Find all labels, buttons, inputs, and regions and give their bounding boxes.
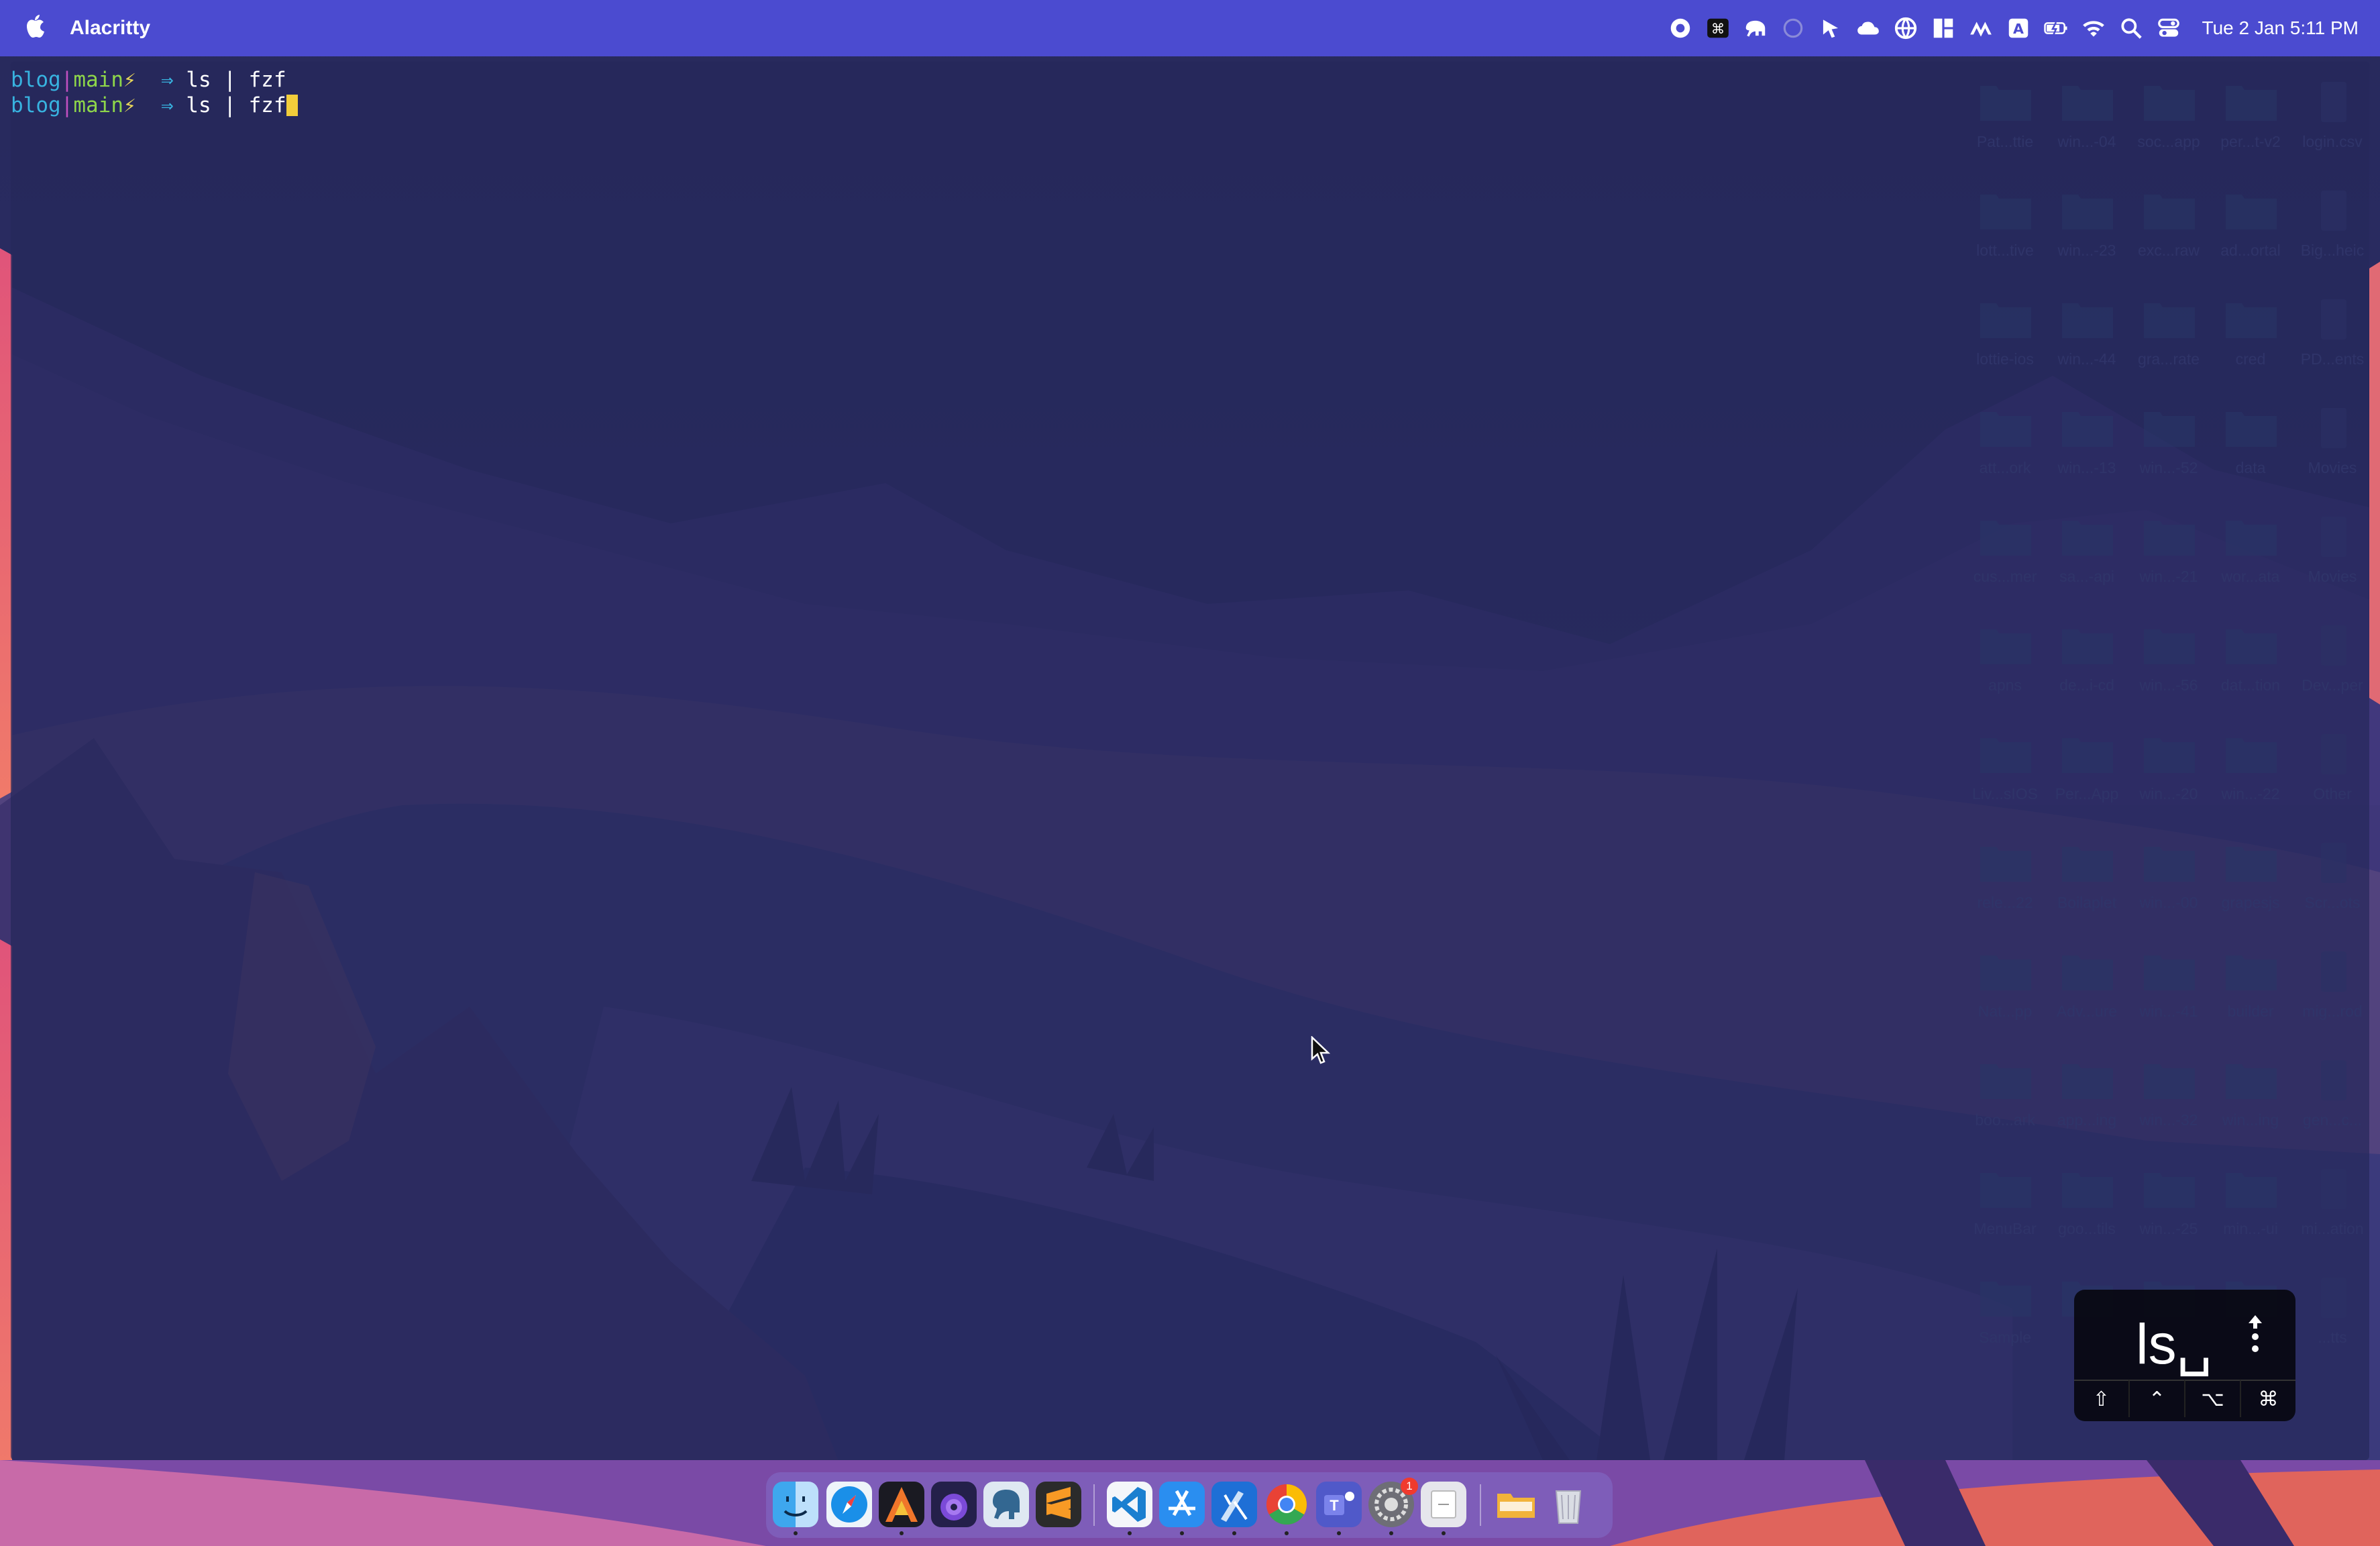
running-indicator [1285, 1531, 1289, 1535]
cursor-app-icon[interactable] [1812, 0, 1849, 56]
input-source-icon[interactable]: A [2000, 0, 2037, 56]
running-indicator [1337, 1531, 1341, 1535]
more-vertical-icon[interactable] [2242, 1311, 2269, 1365]
prompt-git-branch: main [73, 93, 123, 117]
running-indicator [1232, 1531, 1236, 1535]
input-source-letter: A [2013, 21, 2024, 37]
battery-charging-icon[interactable] [2037, 0, 2075, 56]
wifi-icon[interactable] [2075, 0, 2112, 56]
raycast-icon[interactable] [1962, 0, 2000, 56]
prompt-arrow: ⇒ [160, 68, 174, 92]
chrome-icon[interactable] [1264, 1482, 1309, 1527]
system-settings-icon[interactable]: 1 [1368, 1478, 1418, 1527]
option-key-icon: ⌥ [2184, 1380, 2240, 1417]
status-bar: ⌘ A Tue 2 Jan 5:11 PM [1662, 0, 2380, 56]
cloud-icon[interactable] [1849, 0, 1887, 56]
record-icon[interactable] [1662, 0, 1699, 56]
svg-text:⌘: ⌘ [1711, 21, 1725, 37]
shift-key-icon: ⇧ [2074, 1380, 2128, 1417]
command-key-icon: ⌘ [2240, 1380, 2295, 1417]
safari-icon[interactable] [826, 1482, 872, 1527]
search-icon[interactable] [2112, 0, 2150, 56]
prompt-git-branch: main [73, 68, 123, 92]
prompt-directory: blog [11, 68, 61, 92]
control-key-icon: ⌃ [2128, 1380, 2184, 1417]
control-center-icon[interactable] [2150, 0, 2187, 56]
folder-icon[interactable] [1493, 1482, 1539, 1527]
command-key-icon[interactable]: ⌘ [1699, 0, 1737, 56]
prompt-directory: blog [11, 93, 61, 117]
alacritty-icon[interactable] [879, 1482, 924, 1527]
terminal-line: blog|main⚡ ⇒ ls | fzf [11, 68, 286, 92]
postgres-elephant-icon[interactable] [983, 1482, 1029, 1527]
terminal-command: ls | fzf [186, 68, 286, 92]
dock-separator [1093, 1484, 1095, 1526]
sublime-text-icon[interactable] [1036, 1482, 1081, 1527]
terminal-command-input[interactable]: ls | fzf [186, 93, 286, 117]
running-indicator [900, 1531, 904, 1535]
app-store-icon[interactable] [1159, 1482, 1205, 1527]
running-indicator [794, 1531, 798, 1535]
preview-icon[interactable] [1421, 1482, 1466, 1527]
vscode-icon[interactable] [1107, 1482, 1152, 1527]
trash-icon[interactable] [1546, 1482, 1591, 1527]
terminal-line: blog|main⚡ ⇒ ls | fzf [11, 93, 298, 118]
keystroke-overlay: ls␣ ⇧ ⌃ ⌥ ⌘ [2074, 1290, 2295, 1421]
running-indicator [1442, 1531, 1446, 1535]
finder-icon[interactable] [773, 1482, 818, 1527]
modifier-keys: ⇧ ⌃ ⌥ ⌘ [2074, 1380, 2295, 1417]
prompt-bolt: ⚡ [123, 68, 136, 92]
running-indicator [1389, 1531, 1393, 1535]
dock-separator [1480, 1484, 1481, 1526]
terminal-cursor [286, 95, 298, 116]
apple-menu-icon[interactable] [24, 13, 47, 40]
circle-app-icon[interactable] [1774, 0, 1812, 56]
xcode-icon[interactable] [1211, 1482, 1257, 1527]
keystroke-text: ls␣ [2136, 1312, 2212, 1376]
windows-layout-icon[interactable] [1925, 0, 1962, 56]
elephant-icon[interactable] [1737, 0, 1774, 56]
prompt-arrow: ⇒ [160, 93, 174, 117]
running-indicator [1180, 1531, 1184, 1535]
app-menu-title[interactable]: Alacritty [70, 13, 150, 43]
menubar-clock[interactable]: Tue 2 Jan 5:11 PM [2202, 17, 2359, 39]
globe-icon[interactable] [1887, 0, 1925, 56]
running-indicator [1128, 1531, 1132, 1535]
menu-bar: Alacritty ⌘ A Tue 2 Jan 5:11 PM [0, 0, 2380, 56]
dock: T 1 [766, 1472, 1613, 1538]
svg-text:T: T [1330, 1497, 1339, 1514]
mouse-pointer-icon [1311, 1036, 1331, 1064]
prompt-bolt: ⚡ [123, 93, 136, 117]
tor-browser-icon[interactable] [931, 1482, 977, 1527]
alacritty-terminal-window[interactable]: blog|main⚡ ⇒ ls | fzf blog|main⚡ ⇒ ls | … [11, 62, 2369, 1460]
notification-badge: 1 [1401, 1478, 1418, 1495]
teams-icon[interactable]: T [1316, 1482, 1362, 1527]
